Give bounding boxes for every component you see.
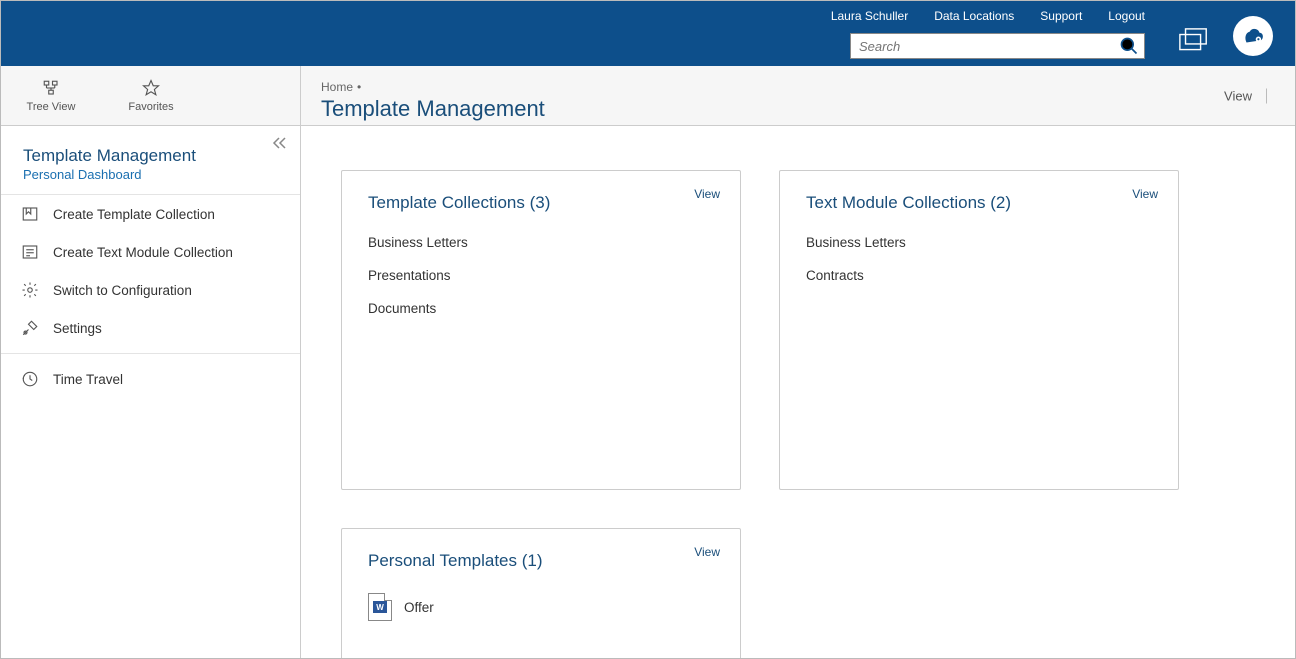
cards-container: View Template Collections (3) Business L… [301,126,1295,658]
main-area: Template Management Personal Dashboard C… [1,126,1295,658]
card-view-link[interactable]: View [694,187,720,201]
top-banner: Laura Schuller Data Locations Support Lo… [1,1,1295,66]
sidebar-item-label: Settings [53,321,102,336]
list-item[interactable]: Documents [368,301,714,316]
logout-link[interactable]: Logout [1108,9,1145,23]
window-stack-icon [1178,27,1210,53]
card-view-link[interactable]: View [694,545,720,559]
search-button[interactable] [1114,34,1144,58]
word-doc-icon: W [368,593,392,621]
sidebar: Template Management Personal Dashboard C… [1,126,301,658]
toolbar-right: Home • Template Management View [301,66,1295,125]
logo-icon [1240,23,1266,49]
sidebar-item-label: Create Template Collection [53,207,215,222]
list-item[interactable]: Business Letters [368,235,714,250]
sidebar-item-create-template-collection[interactable]: Create Template Collection [1,195,300,233]
sidebar-item-switch-to-configuration[interactable]: Switch to Configuration [1,271,300,309]
card-list: W Offer [368,593,714,621]
list-item[interactable]: Business Letters [806,235,1152,250]
breadcrumb-home[interactable]: Home [321,80,353,94]
sidebar-item-label: Create Text Module Collection [53,245,233,260]
card-personal-templates: View Personal Templates (1) W Offer [341,528,741,658]
tree-view-button[interactable]: Tree View [1,66,101,125]
sidebar-item-time-travel[interactable]: Time Travel [1,360,300,398]
star-icon [142,79,160,97]
breadcrumb-separator: • [357,80,361,94]
tools-icon [21,319,39,337]
tree-view-label: Tree View [27,101,76,113]
sidebar-header: Template Management Personal Dashboard [1,126,300,195]
top-links: Laura Schuller Data Locations Support Lo… [831,9,1145,23]
card-template-collections: View Template Collections (3) Business L… [341,170,741,490]
card-list: Business Letters Presentations Documents [368,235,714,316]
sidebar-list: Create Template Collection Create Text M… [1,195,300,347]
breadcrumb: Home • [321,80,1275,94]
sidebar-subtitle: Personal Dashboard [23,167,280,182]
collection-icon [21,205,39,223]
card-title: Personal Templates (1) [368,551,714,571]
word-badge: W [373,601,387,613]
list-item[interactable]: Contracts [806,268,1152,283]
header-view-link[interactable]: View [1224,88,1267,103]
sidebar-list-secondary: Time Travel [1,360,300,398]
text-module-icon [21,243,39,261]
clock-history-icon [21,370,39,388]
gear-icon [21,281,39,299]
card-view-link[interactable]: View [1132,187,1158,201]
window-switcher-button[interactable] [1178,27,1210,53]
toolbar-row: Tree View Favorites Home • Template Manag… [1,66,1295,126]
sidebar-item-settings[interactable]: Settings [1,309,300,347]
user-name-link[interactable]: Laura Schuller [831,9,908,23]
card-title: Template Collections (3) [368,193,714,213]
collapse-sidebar-button[interactable] [272,136,288,152]
support-link[interactable]: Support [1040,9,1082,23]
card-title: Text Module Collections (2) [806,193,1152,213]
chevron-double-left-icon [272,137,288,149]
search-box [850,33,1145,59]
list-item[interactable]: Presentations [368,268,714,283]
sidebar-item-create-text-module-collection[interactable]: Create Text Module Collection [1,233,300,271]
sidebar-divider [1,353,300,354]
favorites-label: Favorites [128,101,173,113]
search-icon [1119,36,1139,56]
list-item[interactable]: W Offer [368,593,714,621]
sidebar-title: Template Management [23,146,280,166]
list-item-label: Offer [404,600,434,615]
sidebar-item-label: Time Travel [53,372,123,387]
card-text-module-collections: View Text Module Collections (2) Busines… [779,170,1179,490]
favorites-button[interactable]: Favorites [101,66,201,125]
sidebar-item-label: Switch to Configuration [53,283,192,298]
page-title: Template Management [321,96,1275,122]
tree-icon [42,79,60,97]
avatar-button[interactable] [1233,16,1273,56]
toolbar-left: Tree View Favorites [1,66,301,125]
search-input[interactable] [851,34,1114,58]
card-list: Business Letters Contracts [806,235,1152,283]
content-area: View Template Collections (3) Business L… [301,126,1295,658]
data-locations-link[interactable]: Data Locations [934,9,1014,23]
